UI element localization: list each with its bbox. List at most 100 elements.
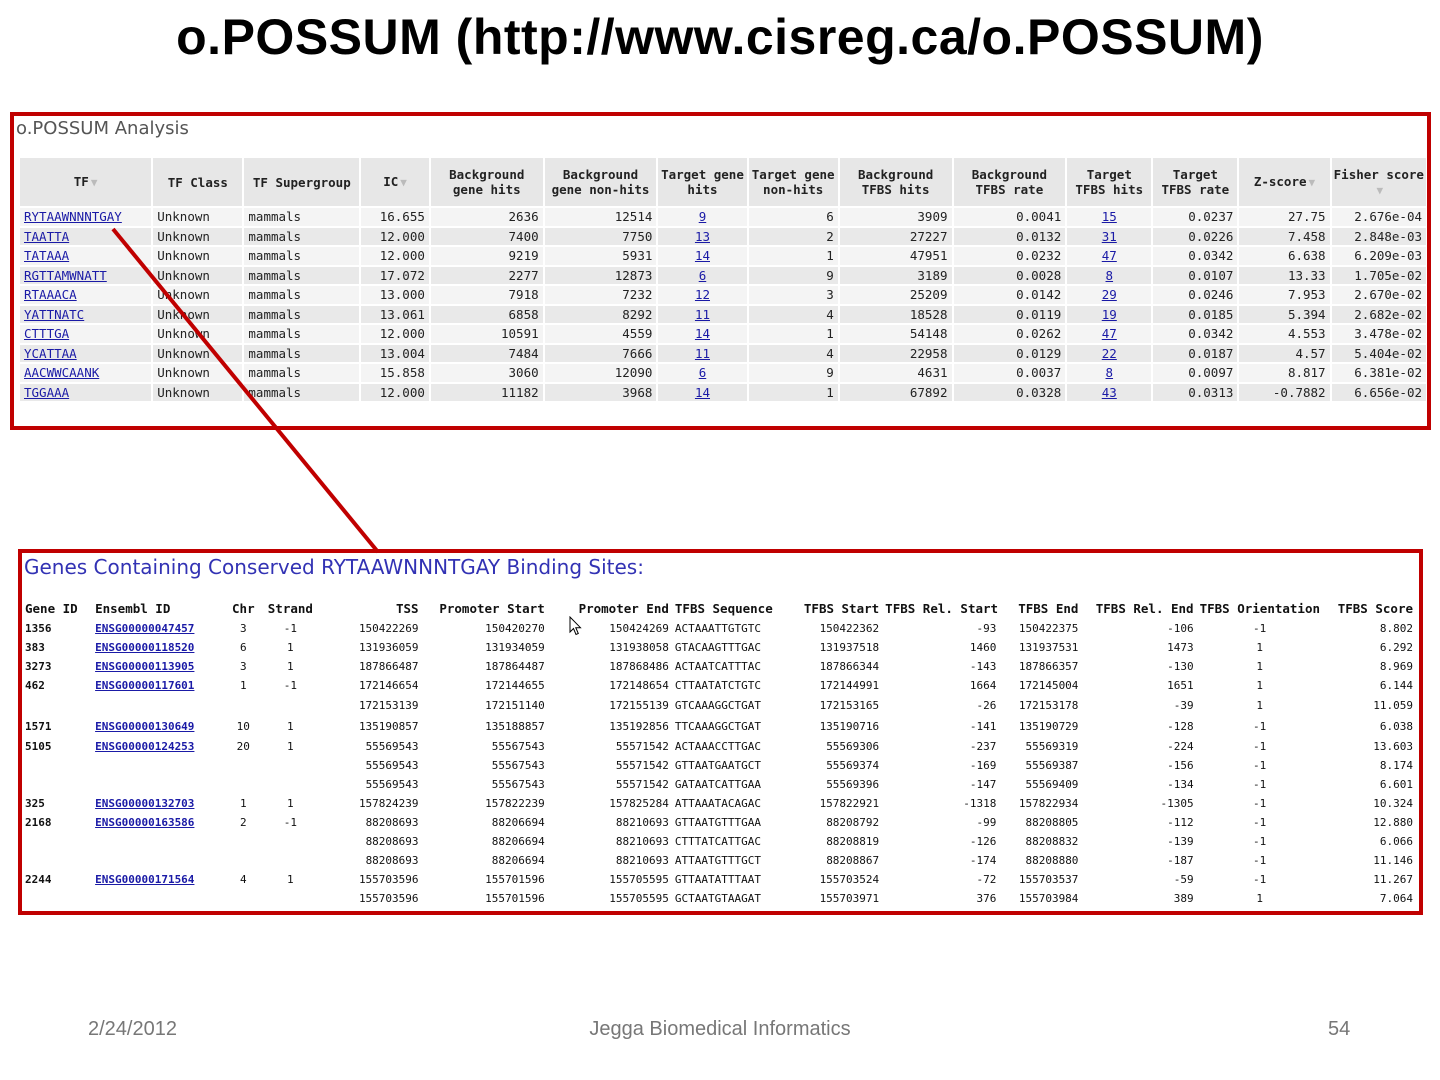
table-cell: 1460 xyxy=(969,641,997,654)
target-hits-link[interactable]: 9 xyxy=(699,209,707,224)
table-cell: 6.656e-02 xyxy=(1331,383,1426,401)
table-cell: 13.33 xyxy=(1239,266,1330,284)
target-hits-link[interactable]: 29 xyxy=(1102,287,1117,302)
table-row: TGGAAA Unknown mammals 12.000 11182 3968 14 1 67… xyxy=(20,383,1426,401)
table-cell: -1 xyxy=(1253,797,1267,810)
table-cell: ATTAAATACAGAC xyxy=(674,797,761,810)
table-cell: 55569543 xyxy=(365,759,419,772)
target-hits-link[interactable]: 11 xyxy=(695,307,710,322)
tf-link[interactable]: TGGAAA xyxy=(24,385,69,400)
table-cell: 4559 xyxy=(544,325,657,343)
tf-link[interactable]: TATAAA xyxy=(24,248,69,263)
table-cell: Unknown xyxy=(153,305,243,323)
column-header-label: Target TFBS rate xyxy=(1161,167,1230,197)
sort-arrow-icon[interactable]: ▼ xyxy=(1309,175,1316,190)
table-cell: 55569319 xyxy=(1025,740,1079,753)
target-hits-link[interactable]: 14 xyxy=(695,326,710,341)
ensembl-link[interactable]: ENSG00000171564 xyxy=(95,873,194,886)
table-cell: 157822239 xyxy=(485,797,545,810)
target-hits-link[interactable]: 47 xyxy=(1102,248,1117,263)
column-header-label: Target gene hits xyxy=(661,167,744,197)
target-hits-link[interactable]: 15 xyxy=(1102,209,1117,224)
sort-arrow-icon[interactable]: ▼ xyxy=(400,175,407,190)
target-hits-link[interactable]: 14 xyxy=(695,385,710,400)
tf-link[interactable]: YATTNATC xyxy=(24,307,84,322)
table-cell: GTCAAAGGCTGAT xyxy=(674,699,761,712)
ensembl-link[interactable]: ENSG00000124253 xyxy=(95,740,194,753)
column-header[interactable]: Z-score ▼ xyxy=(1239,158,1330,206)
column-header[interactable]: IC ▼ xyxy=(361,158,429,206)
table-cell: 155703984 xyxy=(1018,892,1079,905)
column-header: Promoter End xyxy=(578,600,669,616)
target-hits-link[interactable]: 14 xyxy=(695,248,710,263)
target-hits-link[interactable]: 22 xyxy=(1102,346,1117,361)
column-header: TFBS Rel. End xyxy=(1095,600,1194,616)
table-cell: 3060 xyxy=(430,364,543,382)
table-cell: 150424269 xyxy=(609,622,669,635)
target-hits-link[interactable]: 12 xyxy=(695,287,710,302)
column-header: Background TFBS rate xyxy=(953,158,1066,206)
table-cell: 3 xyxy=(239,660,247,673)
target-hits-link[interactable]: 11 xyxy=(695,346,710,361)
table-cell: 6.209e-03 xyxy=(1331,247,1426,265)
table-cell: 4 xyxy=(748,344,838,362)
ensembl-link[interactable]: ENSG00000163586 xyxy=(95,816,194,829)
tf-link[interactable]: RGTTAMWNATT xyxy=(24,268,107,283)
target-hits-link[interactable]: 6 xyxy=(699,268,707,283)
table-cell: 0.0237 xyxy=(1153,208,1238,226)
sort-arrow-icon[interactable]: ▼ xyxy=(1376,183,1383,198)
table-cell: 88208805 xyxy=(1025,816,1079,829)
ensembl-link[interactable]: ENSG00000132703 xyxy=(95,797,194,810)
column-header[interactable]: TF ▼ xyxy=(20,158,152,206)
ensembl-link[interactable]: ENSG00000113905 xyxy=(95,660,194,673)
table-cell: 7.458 xyxy=(1239,227,1330,245)
table-row: YCATTAA Unknown mammals 13.004 7484 7666 11 4 22… xyxy=(20,344,1426,362)
target-hits-link[interactable]: 8 xyxy=(1106,365,1114,380)
table-cell: mammals xyxy=(244,325,360,343)
tf-link[interactable]: AACWWCAANK xyxy=(24,365,99,380)
table-cell: -1 xyxy=(1253,854,1267,867)
table-cell: 383 xyxy=(25,641,45,654)
table-cell: 0.0119 xyxy=(953,305,1066,323)
genes-table: Gene ID Ensembl ID Chr Strand TSS Promoter St… xyxy=(22,597,1416,908)
table-cell: 13.603 xyxy=(1373,740,1413,753)
table-cell: 155703596 xyxy=(358,873,419,886)
table-cell: 3909 xyxy=(839,208,952,226)
ensembl-link[interactable]: ENSG00000047457 xyxy=(95,622,194,635)
column-header-label: TF Class xyxy=(167,174,228,190)
tf-link[interactable]: TAATTA xyxy=(24,229,69,244)
target-hits-link[interactable]: 19 xyxy=(1102,307,1117,322)
target-hits-link[interactable]: 6 xyxy=(699,365,707,380)
column-header[interactable]: Fisher score▼ xyxy=(1331,158,1426,206)
table-cell: 12.000 xyxy=(361,325,429,343)
table-cell: -1 xyxy=(1253,720,1267,733)
table-cell: Unknown xyxy=(153,325,243,343)
target-hits-link[interactable]: 31 xyxy=(1102,229,1117,244)
table-cell: -134 xyxy=(1167,778,1194,791)
table-cell xyxy=(92,775,225,794)
table-cell: 1 xyxy=(1256,641,1263,654)
table-cell: Unknown xyxy=(153,247,243,265)
table-cell: -72 xyxy=(976,873,997,886)
ensembl-link[interactable]: ENSG00000118520 xyxy=(95,641,194,654)
tf-link[interactable]: RTAAACA xyxy=(24,287,77,302)
table-cell: 88208693 xyxy=(365,854,419,867)
target-hits-link[interactable]: 47 xyxy=(1102,326,1117,341)
target-hits-link[interactable]: 13 xyxy=(695,229,710,244)
tf-link[interactable]: YCATTAA xyxy=(24,346,77,361)
ensembl-link[interactable]: ENSG00000130649 xyxy=(95,720,194,733)
sort-arrow-icon[interactable]: ▼ xyxy=(91,175,98,190)
table-cell: 157822934 xyxy=(1018,797,1079,810)
table-cell xyxy=(261,889,319,908)
tf-link[interactable]: CTTTGA xyxy=(24,326,69,341)
table-cell xyxy=(92,756,225,775)
target-hits-link[interactable]: 8 xyxy=(1106,268,1114,283)
table-cell: 8.174 xyxy=(1379,759,1413,772)
table-row: 325 ENSG00000132703 1 1 157824239 157822239 15… xyxy=(22,794,1416,813)
table-cell: 88208832 xyxy=(1025,835,1079,848)
ensembl-link[interactable]: ENSG00000117601 xyxy=(95,679,194,692)
target-hits-link[interactable]: 43 xyxy=(1102,385,1117,400)
genes-title: Genes Containing Conserved RYTAAWNNNTGAY… xyxy=(24,555,644,579)
tf-link[interactable]: RYTAAWNNNTGAY xyxy=(24,209,122,224)
table-cell: 0.0185 xyxy=(1153,305,1238,323)
